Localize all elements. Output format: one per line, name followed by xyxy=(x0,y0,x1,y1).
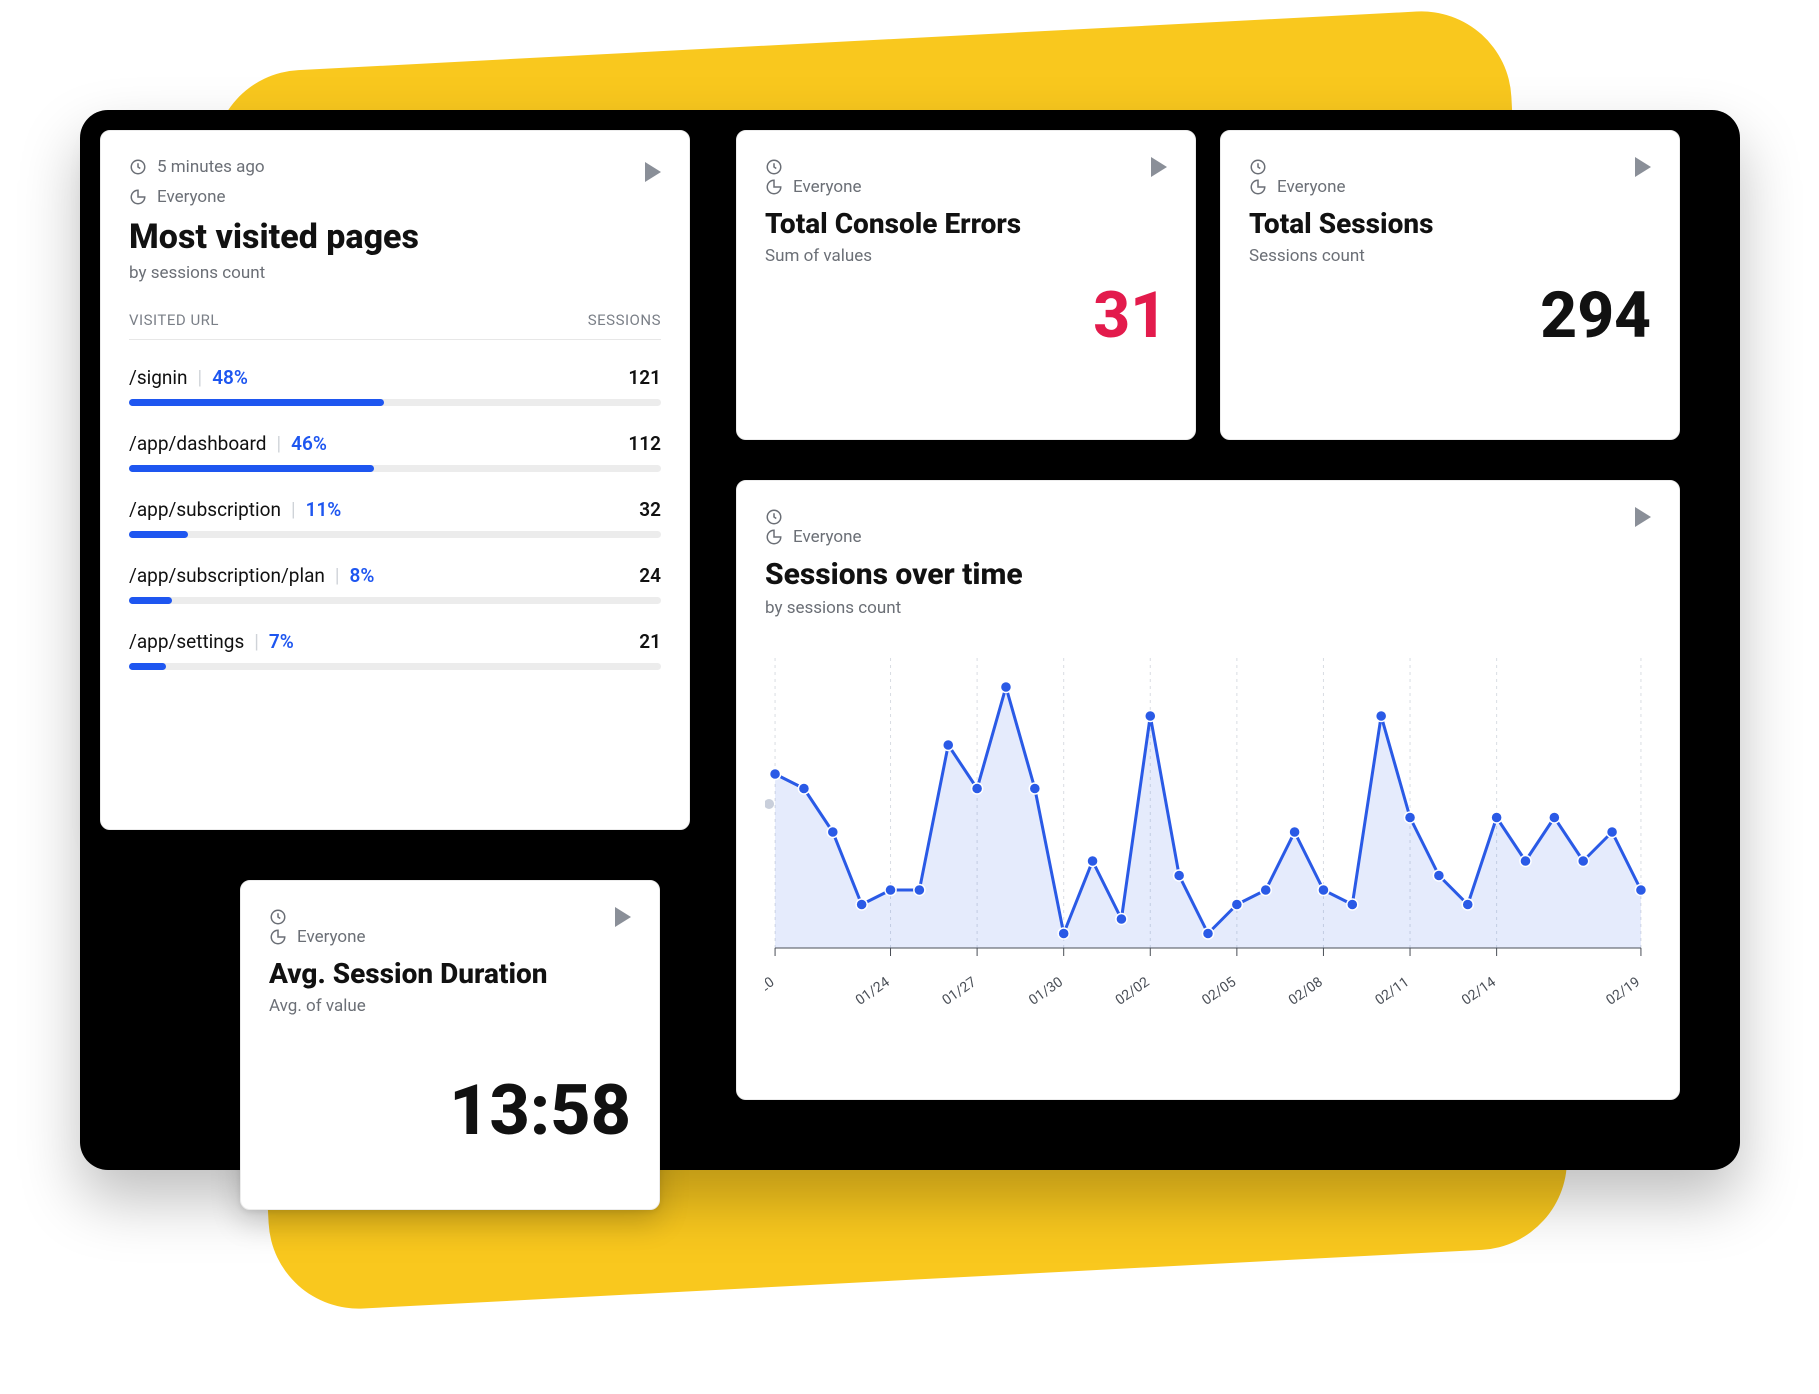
clock-icon xyxy=(765,508,783,526)
column-header-url: VISITED URL xyxy=(129,311,219,329)
progress-bar xyxy=(129,399,661,406)
card-subtitle: Sum of values xyxy=(765,246,1167,266)
segment-icon xyxy=(269,928,287,946)
url-row[interactable]: /app/dashboard|46%112 xyxy=(129,432,661,472)
url-count: 24 xyxy=(639,564,661,587)
card-title: Sessions over time xyxy=(765,557,1651,592)
svg-text:02/19: 02/19 xyxy=(1603,974,1643,1008)
svg-text:02/02: 02/02 xyxy=(1113,974,1153,1008)
play-icon[interactable] xyxy=(1635,507,1651,527)
svg-text:02/11: 02/11 xyxy=(1372,974,1412,1008)
column-header-sessions: SESSIONS xyxy=(588,311,661,329)
clock-icon xyxy=(269,908,287,926)
card-title: Most visited pages xyxy=(129,217,661,257)
segment-icon xyxy=(1249,178,1267,196)
svg-text:01/30: 01/30 xyxy=(1026,974,1066,1008)
card-title: Total Sessions xyxy=(1249,207,1651,240)
sessions-chart: 01/20 01/24 01/27 01/30 02/02 02/05 02/08 02/11… xyxy=(765,648,1651,1028)
url-row[interactable]: /signin|48%121 xyxy=(129,366,661,406)
card-sessions-over-time: Everyone Sessions over time by sessions … xyxy=(736,480,1680,1100)
url-path: /app/subscription/plan xyxy=(129,564,325,587)
url-count: 32 xyxy=(639,498,661,521)
url-list: /signin|48%121/app/dashboard|46%112/app/… xyxy=(129,366,661,670)
card-avg-duration: Everyone Avg. Session Duration Avg. of v… xyxy=(240,880,660,1210)
url-percent: 7% xyxy=(269,630,294,653)
url-percent: 48% xyxy=(212,366,248,389)
card-subtitle: Sessions count xyxy=(1249,246,1651,266)
clock-icon xyxy=(765,158,783,176)
play-icon[interactable] xyxy=(615,907,631,927)
card-subtitle: Avg. of value xyxy=(269,996,631,1016)
play-icon[interactable] xyxy=(1151,157,1167,177)
url-path: /app/settings xyxy=(129,630,244,653)
timestamp: 5 minutes ago xyxy=(157,157,265,177)
svg-text:02/14: 02/14 xyxy=(1459,974,1499,1008)
card-total-sessions: Everyone Total Sessions Sessions count 2… xyxy=(1220,130,1680,440)
card-title: Total Console Errors xyxy=(765,207,1167,240)
progress-bar xyxy=(129,663,661,670)
progress-bar xyxy=(129,531,661,538)
url-percent: 11% xyxy=(306,498,342,521)
svg-text:01/24: 01/24 xyxy=(853,974,893,1008)
url-path: /app/subscription xyxy=(129,498,281,521)
card-most-visited: 5 minutes ago Everyone Most visited page… xyxy=(100,130,690,830)
progress-bar xyxy=(129,597,661,604)
duration-value: 13:58 xyxy=(269,1076,631,1146)
card-console-errors: Everyone Total Console Errors Sum of val… xyxy=(736,130,1196,440)
play-icon[interactable] xyxy=(1635,157,1651,177)
card-subtitle: by sessions count xyxy=(129,263,661,283)
url-row[interactable]: /app/settings|7%21 xyxy=(129,630,661,670)
url-count: 121 xyxy=(628,366,661,389)
url-percent: 46% xyxy=(291,432,327,455)
audience-label: Everyone xyxy=(1277,177,1346,197)
audience-label: Everyone xyxy=(157,187,226,207)
card-title: Avg. Session Duration xyxy=(269,957,631,990)
svg-text:02/08: 02/08 xyxy=(1286,974,1326,1008)
segment-icon xyxy=(765,178,783,196)
svg-text:01/20: 01/20 xyxy=(765,974,777,1008)
audience-label: Everyone xyxy=(297,927,366,947)
sessions-value: 294 xyxy=(1249,284,1651,348)
audience-label: Everyone xyxy=(793,177,862,197)
url-count: 21 xyxy=(639,630,661,653)
card-subtitle: by sessions count xyxy=(765,598,1651,618)
url-path: /app/dashboard xyxy=(129,432,267,455)
svg-text:01/27: 01/27 xyxy=(940,974,980,1008)
clock-icon xyxy=(1249,158,1267,176)
clock-icon xyxy=(129,158,147,176)
errors-value: 31 xyxy=(765,284,1167,348)
segment-icon xyxy=(765,528,783,546)
url-row[interactable]: /app/subscription|11%32 xyxy=(129,498,661,538)
progress-bar xyxy=(129,465,661,472)
url-count: 112 xyxy=(628,432,661,455)
segment-icon xyxy=(129,188,147,206)
url-path: /signin xyxy=(129,366,188,389)
audience-label: Everyone xyxy=(793,527,862,547)
url-percent: 8% xyxy=(350,564,375,587)
url-row[interactable]: /app/subscription/plan|8%24 xyxy=(129,564,661,604)
play-icon[interactable] xyxy=(645,162,661,182)
svg-text:02/05: 02/05 xyxy=(1199,974,1239,1008)
